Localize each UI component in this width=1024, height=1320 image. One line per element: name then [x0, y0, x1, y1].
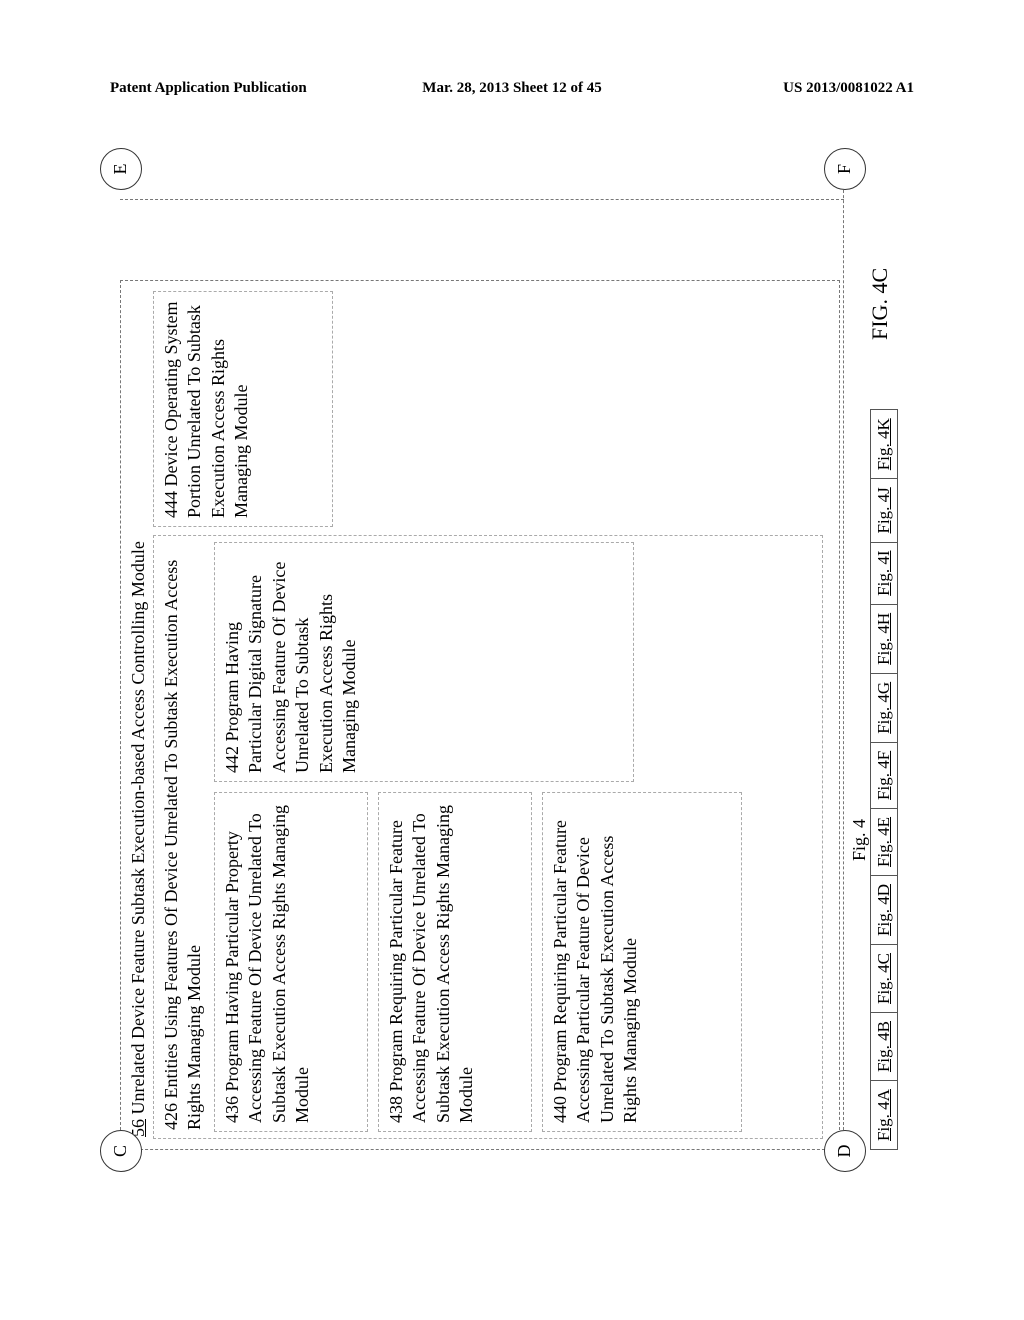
figure-nav-cell: Fig. 4H	[870, 604, 898, 673]
box-442-text: 442 Program Having Particular Digital Si…	[221, 551, 361, 773]
figure-nav-cell: Fig. 4C	[870, 944, 898, 1012]
box-438-text: 438 Program Requiring Particular Feature…	[385, 801, 479, 1123]
box-438: 438 Program Requiring Particular Feature…	[378, 792, 532, 1132]
box-436-text: 436 Program Having Particular Property A…	[221, 801, 315, 1123]
module-56-title: 56 Unrelated Device Feature Subtask Exec…	[127, 293, 150, 1137]
header-right: US 2013/0081022 A1	[783, 80, 914, 97]
box-440-text: 440 Program Requiring Particular Feature…	[549, 801, 643, 1123]
figure-nav-cell: Fig. 4J	[870, 478, 898, 541]
figure-nav-row: Fig. 4A Fig. 4B Fig. 4C Fig. 4D Fig. 4E …	[870, 409, 898, 1150]
connector-e: E	[100, 148, 142, 190]
continuation-edge-right	[120, 198, 844, 200]
box-444-text: 444 Device Operating System Portion Unre…	[160, 300, 254, 518]
module-56-text: Unrelated Device Feature Subtask Executi…	[128, 541, 148, 1114]
figure-nav-cell: Fig. 4G	[870, 673, 898, 742]
figure-nav-cell: Fig. 4E	[870, 808, 898, 875]
figure-label: Fig. 4	[848, 530, 871, 1150]
header-center: Mar. 28, 2013 Sheet 12 of 45	[422, 80, 601, 97]
figure-viewport: 56 Unrelated Device Feature Subtask Exec…	[120, 160, 900, 1150]
connector-c: C	[100, 1130, 142, 1172]
box-436: 436 Program Having Particular Property A…	[214, 792, 368, 1132]
figure-rotated: 56 Unrelated Device Feature Subtask Exec…	[120, 160, 900, 1150]
box-440: 440 Program Requiring Particular Feature…	[542, 792, 742, 1132]
figure-nav-cell: Fig. 4K	[870, 409, 898, 478]
box-426-text: 426 Entities Using Features Of Device Un…	[160, 544, 207, 1130]
header-left: Patent Application Publication	[110, 80, 307, 97]
figure-nav-cell: Fig. 4D	[870, 875, 898, 944]
figure-nav-cell: Fig. 4F	[870, 742, 898, 808]
figure-nav-cell: Fig. 4I	[870, 542, 898, 604]
figure-nav-cell: Fig. 4B	[870, 1012, 898, 1080]
page: Patent Application Publication Mar. 28, …	[0, 0, 1024, 1320]
box-444: 444 Device Operating System Portion Unre…	[153, 291, 333, 527]
box-426: 426 Entities Using Features Of Device Un…	[153, 535, 823, 1139]
box-442: 442 Program Having Particular Digital Si…	[214, 542, 634, 782]
module-56-container: 56 Unrelated Device Feature Subtask Exec…	[120, 280, 840, 1150]
figure-nav-cell: Fig. 4A	[870, 1080, 898, 1150]
figure-4c-label: FIG. 4C	[866, 268, 895, 340]
page-header: Patent Application Publication Mar. 28, …	[0, 80, 1024, 97]
connector-f: F	[824, 148, 866, 190]
continuation-edge-bottom	[843, 160, 844, 1150]
